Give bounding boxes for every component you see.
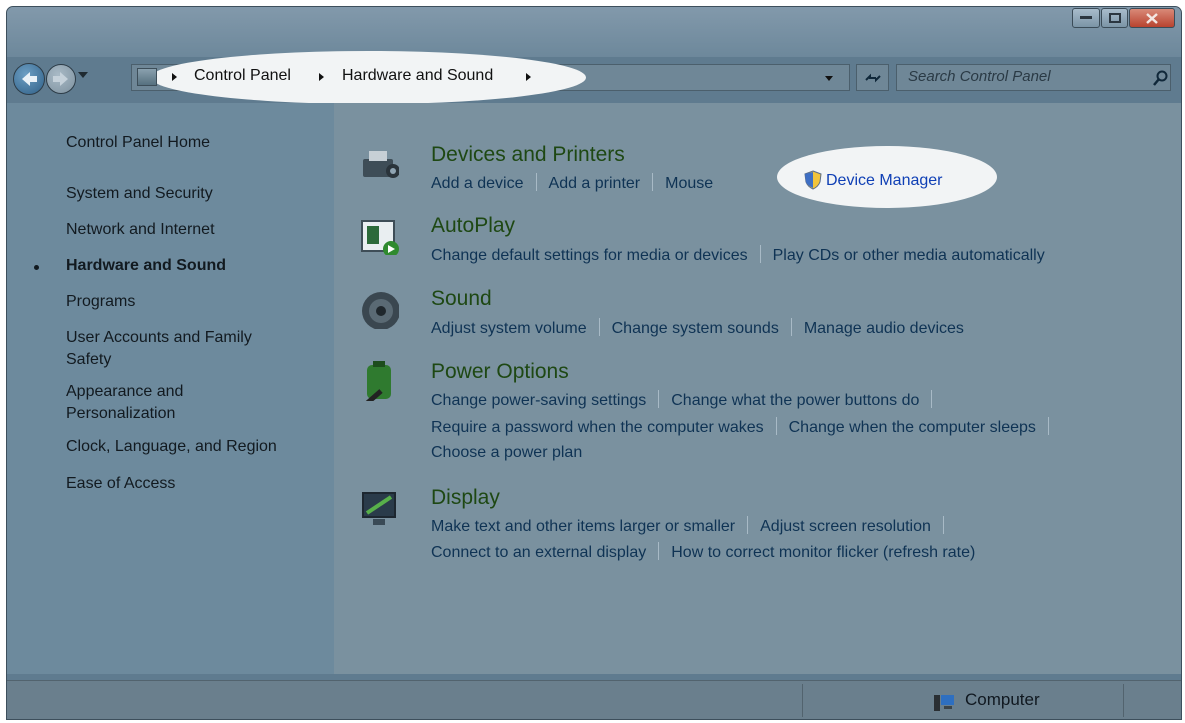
active-bullet-icon xyxy=(34,265,39,270)
link-require-password[interactable]: Require a password when the computer wak… xyxy=(431,418,764,438)
minimize-icon xyxy=(1080,16,1092,19)
control-panel-window: Control Panel Hardware and Sound Search … xyxy=(6,6,1182,720)
power-links-row-3: Choose a power plan xyxy=(431,443,582,463)
search-input[interactable]: Search Control Panel xyxy=(896,64,1171,91)
back-arrow-icon xyxy=(22,72,37,86)
monitor-icon xyxy=(362,492,396,525)
link-change-default-settings[interactable]: Change default settings for media or dev… xyxy=(431,246,748,266)
link-add-a-printer[interactable]: Add a printer xyxy=(549,174,641,194)
sidebar-item-control-panel-home[interactable]: Control Panel Home xyxy=(66,132,210,154)
speaker-icon xyxy=(362,292,399,329)
divider xyxy=(775,417,777,435)
divider xyxy=(790,318,792,336)
refresh-icon xyxy=(864,73,881,82)
back-button[interactable] xyxy=(13,63,45,95)
forward-arrow-icon xyxy=(53,72,68,86)
minimize-button[interactable] xyxy=(1072,8,1100,28)
uac-shield-icon xyxy=(804,170,822,190)
sound-links: Adjust system volume Change system sounds… xyxy=(431,318,964,339)
devices-links: Add a device Add a printer Mouse xyxy=(431,173,713,194)
divider xyxy=(652,173,654,191)
display-links-row-2: Connect to an external display How to cor… xyxy=(431,542,975,563)
computer-icon xyxy=(934,695,954,711)
power-links-row-2: Require a password when the computer wak… xyxy=(431,417,1061,438)
link-change-power-buttons[interactable]: Change what the power buttons do xyxy=(671,391,919,411)
divider xyxy=(658,390,660,408)
sidebar-item-ease-of-access[interactable]: Ease of Access xyxy=(66,473,175,495)
sidebar-item-system-and-security[interactable]: System and Security xyxy=(66,183,213,205)
link-adjust-screen-resolution[interactable]: Adjust screen resolution xyxy=(760,517,931,537)
link-change-system-sounds[interactable]: Change system sounds xyxy=(612,319,779,339)
link-adjust-system-volume[interactable]: Adjust system volume xyxy=(431,319,587,339)
link-connect-external-display[interactable]: Connect to an external display xyxy=(431,543,646,563)
maximize-icon xyxy=(1108,13,1121,23)
sidebar-item-network-and-internet[interactable]: Network and Internet xyxy=(66,219,215,241)
divider xyxy=(747,516,749,534)
power-links-row-1: Change power-saving settings Change what … xyxy=(431,390,944,411)
breadcrumb-hardware-and-sound[interactable]: Hardware and Sound xyxy=(342,67,493,85)
forward-button[interactable] xyxy=(46,64,76,94)
sidebar-item-clock-language-region[interactable]: Clock, Language, and Region xyxy=(66,436,277,458)
divider xyxy=(535,173,537,191)
status-divider xyxy=(802,684,803,717)
breadcrumb-control-panel[interactable]: Control Panel xyxy=(194,67,291,85)
sidebar-item-programs[interactable]: Programs xyxy=(66,291,135,313)
chevron-right-icon[interactable] xyxy=(526,73,531,81)
divider xyxy=(598,318,600,336)
control-panel-icon xyxy=(137,68,157,86)
chevron-right-icon[interactable] xyxy=(172,73,177,81)
category-autoplay[interactable]: AutoPlay xyxy=(431,214,515,238)
divider xyxy=(931,390,933,408)
sidebar-item-user-accounts[interactable]: User Accounts and Family Safety xyxy=(66,327,296,371)
status-bar: Computer xyxy=(7,680,1181,719)
link-play-cds[interactable]: Play CDs or other media automatically xyxy=(773,246,1045,266)
autoplay-icon xyxy=(361,220,399,255)
close-icon xyxy=(1146,12,1158,24)
title-bar xyxy=(7,7,1181,57)
chevron-right-icon[interactable] xyxy=(319,73,324,81)
sidebar-item-appearance[interactable]: Appearance and Personalization xyxy=(66,381,226,425)
search-icon[interactable] xyxy=(1153,70,1169,86)
link-device-manager[interactable]: Device Manager xyxy=(826,172,943,190)
category-power-options[interactable]: Power Options xyxy=(431,360,569,384)
link-add-a-device[interactable]: Add a device xyxy=(431,174,524,194)
link-correct-monitor-flicker[interactable]: How to correct monitor flicker (refresh … xyxy=(671,543,975,563)
link-change-power-saving[interactable]: Change power-saving settings xyxy=(431,391,646,411)
window-controls xyxy=(1072,8,1175,28)
sidebar-item-hardware-and-sound[interactable]: Hardware and Sound xyxy=(66,255,226,277)
address-dropdown-button[interactable] xyxy=(825,76,833,81)
divider xyxy=(759,245,761,263)
divider xyxy=(658,542,660,560)
status-location-label: Computer xyxy=(965,690,1040,709)
link-mouse[interactable]: Mouse xyxy=(665,174,713,194)
autoplay-links: Change default settings for media or dev… xyxy=(431,245,1045,266)
display-links-row-1: Make text and other items larger or smal… xyxy=(431,516,956,537)
printer-camera-icon xyxy=(363,151,399,178)
recent-pages-dropdown[interactable] xyxy=(78,72,88,78)
link-manage-audio-devices[interactable]: Manage audio devices xyxy=(804,319,964,339)
divider xyxy=(1047,417,1049,435)
category-devices-and-printers[interactable]: Devices and Printers xyxy=(431,143,625,167)
link-choose-power-plan[interactable]: Choose a power plan xyxy=(431,443,582,463)
close-button[interactable] xyxy=(1129,8,1175,28)
maximize-button[interactable] xyxy=(1101,8,1128,28)
category-sound[interactable]: Sound xyxy=(431,287,492,311)
category-display[interactable]: Display xyxy=(431,486,500,510)
status-divider xyxy=(1123,684,1124,717)
refresh-button[interactable] xyxy=(856,64,889,91)
link-change-sleep[interactable]: Change when the computer sleeps xyxy=(789,418,1036,438)
link-make-text-larger[interactable]: Make text and other items larger or smal… xyxy=(431,517,735,537)
divider xyxy=(942,516,944,534)
battery-plug-icon xyxy=(365,361,391,401)
